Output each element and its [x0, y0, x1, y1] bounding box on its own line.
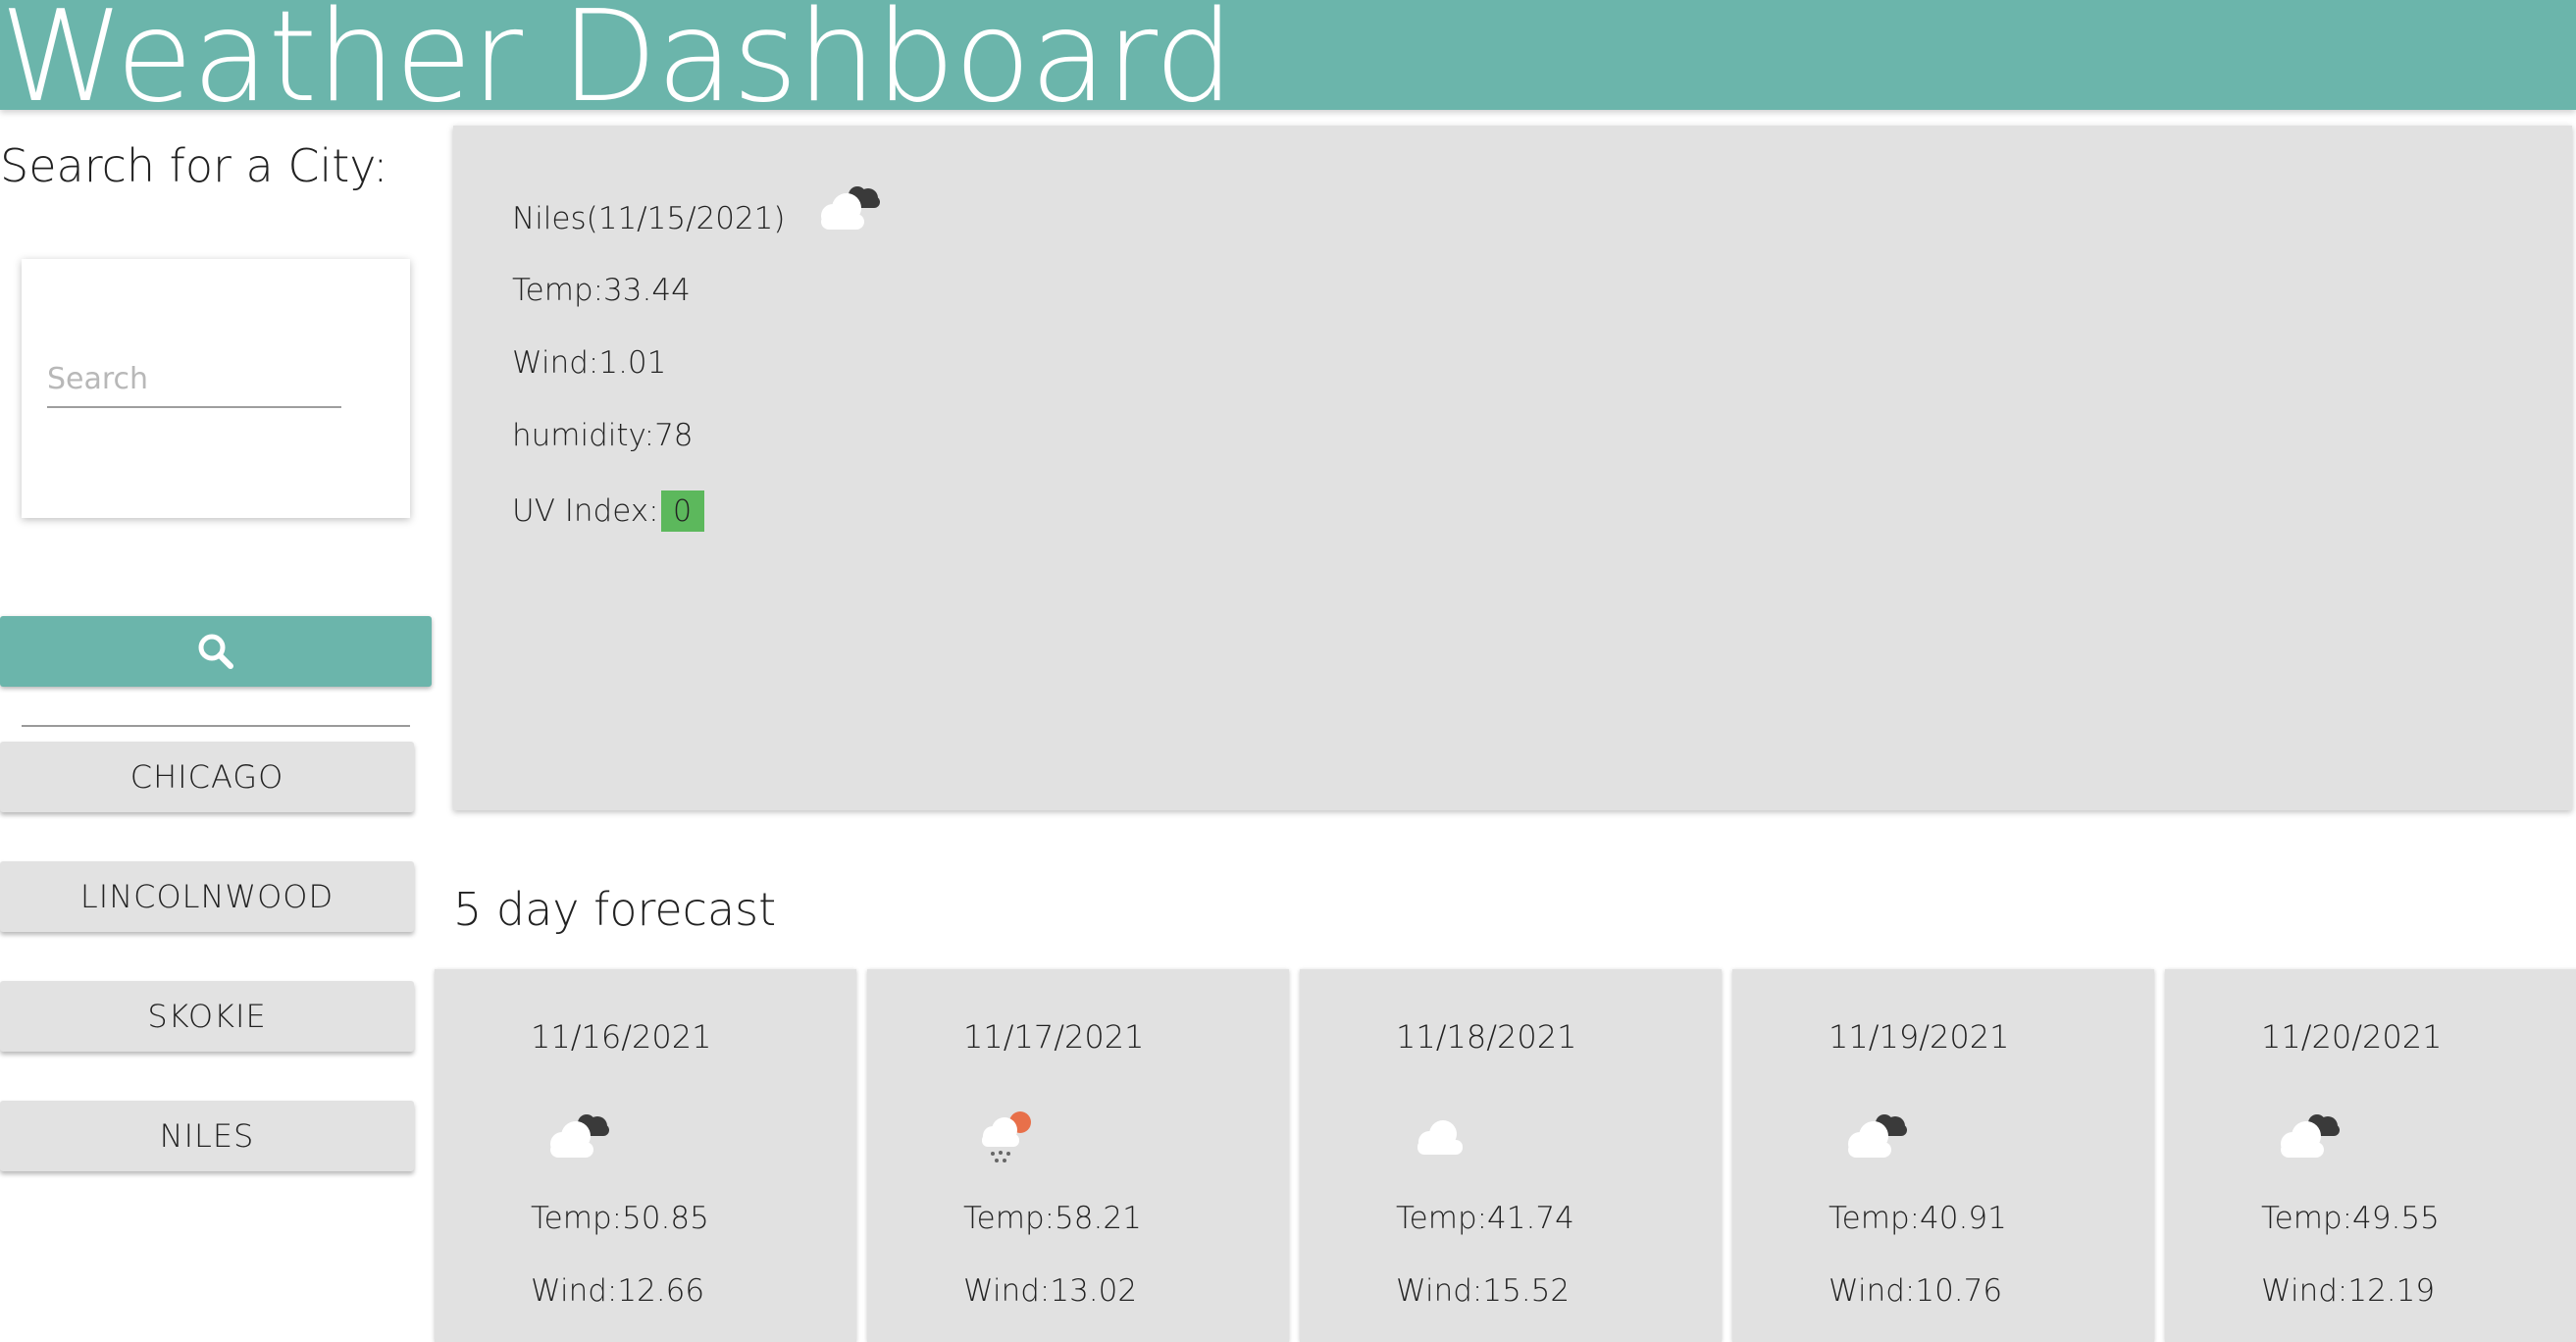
forecast-wind: Wind:13.02	[963, 1273, 1138, 1309]
cloud-dark-icon	[811, 179, 888, 241]
cloud-dark-icon	[541, 1107, 617, 1165]
current-temp: Temp:33.44	[512, 273, 691, 308]
current-uv-row: UV Index: 0	[512, 490, 704, 532]
sidebar: Search for a City: CHICAGO LINCOLNWOOD SKO…	[0, 110, 441, 1342]
forecast-card: 11/17/2021 Temp:58.21 Wind:13.02	[867, 969, 1289, 1342]
uv-label: UV Index:	[512, 493, 659, 529]
forecast-date: 11/19/2021	[1829, 1018, 2010, 1056]
forecast-wind: Wind:12.19	[2261, 1273, 2436, 1309]
search-button[interactable]	[0, 616, 432, 687]
uv-badge: 0	[660, 490, 704, 532]
history-city-button[interactable]: CHICAGO	[0, 742, 414, 812]
cloud-dark-icon	[2271, 1107, 2347, 1165]
forecast-date: 11/17/2021	[963, 1018, 1145, 1056]
forecast-temp: Temp:49.55	[2261, 1201, 2440, 1236]
current-wind: Wind:1.01	[512, 345, 667, 381]
forecast-wind: Wind:10.76	[1829, 1273, 2003, 1309]
current-weather-card: Niles(11/15/2021) Temp:33.44 Wind:1.01 h…	[453, 126, 2572, 810]
history-city-button[interactable]: LINCOLNWOOD	[0, 861, 414, 932]
current-city-date: Niles(11/15/2021)	[512, 201, 786, 236]
search-heading: Search for a City:	[0, 139, 388, 192]
history-city-button[interactable]: NILES	[0, 1101, 414, 1171]
search-input[interactable]	[47, 351, 341, 408]
current-title-row: Niles(11/15/2021)	[512, 186, 888, 241]
sidebar-divider	[22, 725, 410, 727]
page-title: Weather Dashboard	[0, 0, 1234, 110]
current-humidity: humidity:78	[512, 418, 694, 453]
forecast-wind: Wind:12.66	[531, 1273, 705, 1309]
forecast-date: 11/16/2021	[531, 1018, 712, 1056]
forecast-card: 11/20/2021 Temp:49.55 Wind:12.19	[2165, 969, 2576, 1342]
app-header: Weather Dashboard	[0, 0, 2576, 110]
forecast-temp: Temp:40.91	[1829, 1201, 2007, 1236]
forecast-card: 11/16/2021 Temp:50.85 Wind:12.66	[435, 969, 856, 1342]
cloud-rain-sun-icon	[973, 1107, 1050, 1169]
history-city-button[interactable]: SKOKIE	[0, 981, 414, 1052]
forecast-wind: Wind:15.52	[1396, 1273, 1571, 1309]
cloud-icon	[1406, 1107, 1482, 1165]
search-icon	[198, 634, 233, 669]
forecast-date: 11/18/2021	[1396, 1018, 1577, 1056]
forecast-temp: Temp:58.21	[963, 1201, 1142, 1236]
forecast-card: 11/18/2021 Temp:41.74 Wind:15.52	[1300, 969, 1722, 1342]
forecast-date: 11/20/2021	[2261, 1018, 2443, 1056]
forecast-temp: Temp:50.85	[531, 1201, 709, 1236]
forecast-card: 11/19/2021 Temp:40.91 Wind:10.76	[1732, 969, 2154, 1342]
forecast-temp: Temp:41.74	[1396, 1201, 1574, 1236]
cloud-dark-icon	[1838, 1107, 1915, 1165]
forecast-title: 5 day forecast	[453, 883, 777, 936]
